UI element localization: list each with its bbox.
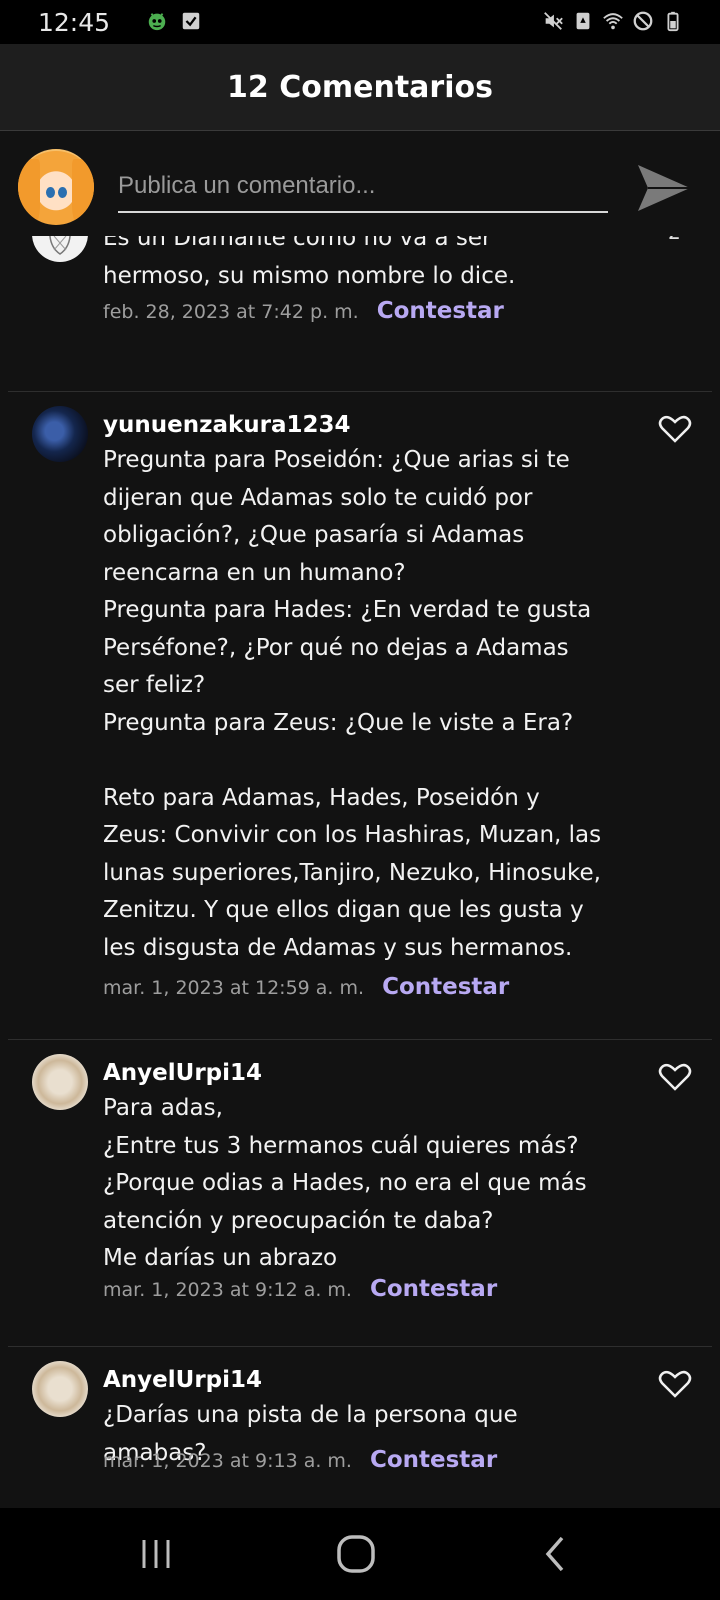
system-nav-bar (0, 1508, 720, 1600)
comment-meta: mar. 1, 2023 at 9:12 a. m. Contestar (103, 1276, 497, 1302)
checkbox-notification-icon (182, 12, 200, 30)
avatar[interactable] (32, 406, 88, 462)
comment-date: mar. 1, 2023 at 9:13 a. m. (103, 1450, 352, 1472)
comment-username[interactable]: AnyelUrpi14 (103, 1367, 262, 1393)
comment-date: feb. 28, 2023 at 7:42 p. m. (103, 301, 359, 323)
reply-button[interactable]: Contestar (382, 974, 509, 1000)
comment-list[interactable]: 2 Es un Diamante como no va a ser hermos… (0, 236, 720, 1508)
status-right-icons (542, 10, 684, 32)
status-bar: 12:45 (0, 0, 720, 44)
status-time: 12:45 (38, 8, 111, 37)
wifi-icon (603, 13, 623, 30)
comment-username[interactable]: AnyelUrpi14 (103, 1060, 262, 1086)
avatar[interactable] (32, 1361, 88, 1417)
comment-meta: mar. 1, 2023 at 12:59 a. m. Contestar (103, 974, 509, 1000)
comment-date: mar. 1, 2023 at 9:12 a. m. (103, 1279, 352, 1301)
comment-body: Pregunta para Poseidón: ¿Que arias si te… (103, 447, 602, 961)
comment-input[interactable] (118, 161, 608, 213)
avatar[interactable] (32, 1054, 88, 1110)
reply-button[interactable]: Contestar (377, 298, 504, 324)
comment-username[interactable]: yunuenzakura1234 (103, 412, 351, 438)
comment-meta: mar. 1, 2023 at 9:13 a. m. Contestar (103, 1447, 497, 1473)
alarm-icon (576, 12, 590, 30)
comment-composer (0, 131, 720, 236)
comment-item: 2 Es un Diamante como no va a ser hermos… (8, 236, 712, 382)
avatar[interactable] (18, 149, 94, 225)
avatar[interactable] (32, 236, 88, 262)
comment-date: mar. 1, 2023 at 12:59 a. m. (103, 977, 365, 999)
android-debug-icon (148, 13, 166, 31)
comment-item: AnyelUrpi14 ¿Darías una pista de la pers… (8, 1347, 712, 1497)
like-count: 2 (668, 236, 681, 244)
home-icon[interactable] (334, 1532, 378, 1576)
mute-icon (544, 12, 563, 30)
reply-button[interactable]: Contestar (370, 1276, 497, 1302)
comment-body: Es un Diamante como no va a ser hermoso,… (103, 236, 516, 289)
heart-icon[interactable] (658, 1062, 692, 1092)
heart-icon[interactable] (658, 1369, 692, 1399)
reply-button[interactable]: Contestar (370, 1447, 497, 1473)
comment-meta: feb. 28, 2023 at 7:42 p. m. Contestar (103, 298, 504, 324)
comment-body: Para adas, ¿Entre tus 3 hermanos cuál qu… (103, 1095, 587, 1271)
page-title: 12 Comentarios (227, 69, 493, 105)
send-icon[interactable] (636, 161, 692, 215)
header: 12 Comentarios (0, 44, 720, 131)
recent-apps-icon[interactable] (134, 1532, 178, 1576)
do-not-disturb-icon (633, 11, 653, 31)
battery-icon (667, 11, 679, 32)
comment-item: AnyelUrpi14 Para adas, ¿Entre tus 3 herm… (8, 1040, 712, 1340)
heart-icon[interactable] (658, 414, 692, 444)
back-icon[interactable] (536, 1532, 580, 1576)
status-left-icons (146, 10, 202, 32)
comment-item: yunuenzakura1234 Pregunta para Poseidón:… (8, 392, 712, 1022)
